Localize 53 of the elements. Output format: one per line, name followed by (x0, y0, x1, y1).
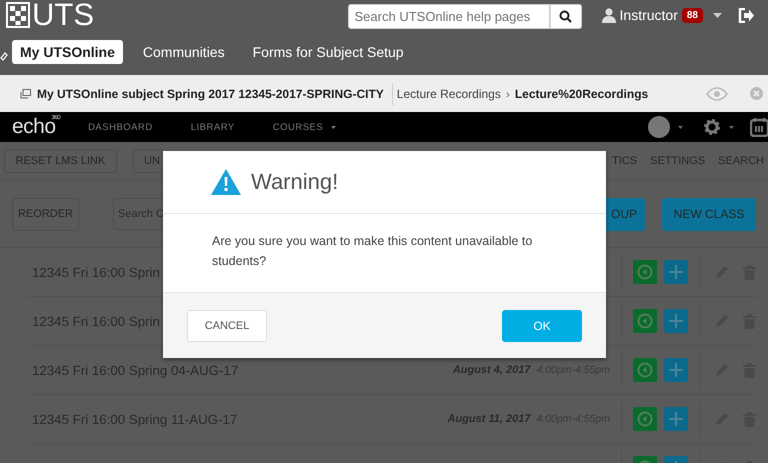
link-icon (0, 52, 8, 61)
course-title[interactable]: My UTSOnline subject Spring 2017 12345-2017-SPRING-CITY (37, 86, 384, 100)
window-icon (20, 88, 31, 98)
add-button[interactable] (664, 358, 688, 382)
user-icon[interactable] (602, 8, 616, 22)
cancel-button[interactable]: CANCEL (187, 310, 267, 342)
nav-link[interactable]: COURSES (272, 122, 324, 132)
play-button[interactable] (633, 309, 657, 333)
search-icon (559, 10, 572, 22)
avatar-icon[interactable] (648, 116, 670, 138)
caret-icon[interactable] (729, 126, 734, 128)
plus-icon (668, 313, 684, 329)
add-button[interactable] (664, 260, 688, 284)
caret-icon[interactable] (331, 126, 336, 128)
group-button[interactable]: OUP (605, 198, 645, 230)
warning-icon (211, 169, 241, 195)
search-button[interactable] (550, 4, 582, 28)
nav-link[interactable]: DASHBOARD (88, 122, 153, 132)
add-button[interactable] (664, 309, 688, 333)
crest-logo-icon (6, 2, 30, 28)
logout-icon[interactable] (738, 8, 754, 22)
plus-icon (668, 411, 684, 427)
nav-tab[interactable]: Forms for Subject Setup (244, 40, 412, 64)
uts-logo-text: UTS (32, 0, 94, 30)
eye-icon[interactable] (706, 86, 728, 100)
settings-icon[interactable] (703, 118, 721, 136)
caret-icon[interactable] (678, 126, 683, 128)
breadcrumb-item: Lecture%20Recordings (514, 86, 648, 100)
play-circle-icon (637, 313, 653, 329)
play-circle-icon (637, 362, 653, 378)
breadcrumb-item[interactable]: Lecture Recordings (396, 86, 501, 100)
close-icon[interactable] (750, 87, 763, 100)
add-button[interactable] (664, 407, 688, 431)
nav-tab[interactable]: My UTSOnline (12, 40, 123, 64)
play-button[interactable] (633, 407, 657, 431)
nav-link[interactable]: LIBRARY (190, 122, 235, 132)
calendar-icon[interactable] (750, 117, 768, 137)
play-circle-icon (637, 411, 653, 427)
caret-icon[interactable] (713, 12, 722, 18)
play-circle-icon (637, 264, 653, 280)
breadcrumb-separator: › (506, 86, 510, 100)
play-button[interactable] (633, 358, 657, 382)
plus-icon (668, 362, 684, 378)
play-button[interactable] (633, 260, 657, 284)
notification-badge: 88 (682, 8, 703, 22)
dialog-message: Are you sure you want to make this content unavailable to students? (211, 233, 534, 270)
plus-icon (668, 264, 684, 280)
nav-tab[interactable]: Communities (134, 40, 233, 64)
echo-logo[interactable]: echo$^{360}$ (12, 114, 60, 140)
new-class-button[interactable]: NEW CLASS (662, 198, 756, 230)
user-name[interactable]: Instructor (620, 7, 678, 23)
ok-button[interactable]: OK (502, 310, 582, 342)
dialog-title: Warning! (251, 169, 338, 195)
